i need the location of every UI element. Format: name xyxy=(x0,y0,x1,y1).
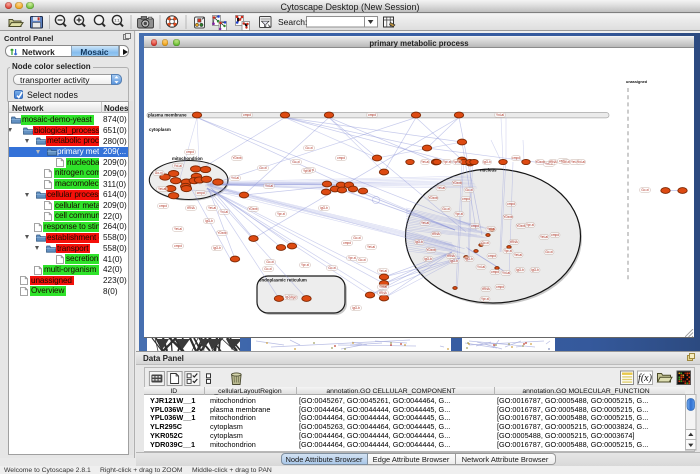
svg-text:f(x): f(x) xyxy=(638,373,653,384)
